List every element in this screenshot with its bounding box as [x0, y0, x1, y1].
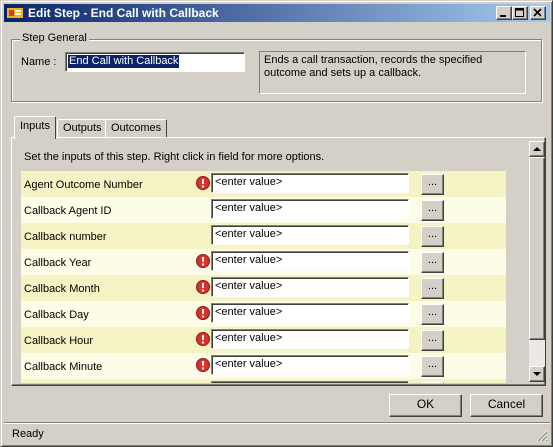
- scroll-thumb[interactable]: [529, 157, 545, 340]
- close-icon: [533, 8, 542, 17]
- input-value-field[interactable]: <enter value>: [211, 329, 409, 349]
- minimize-icon: [500, 15, 506, 17]
- maximize-button[interactable]: [512, 6, 528, 20]
- input-row: Agent Outcome Number <enter value> ...: [21, 171, 506, 197]
- required-warning-icon: [196, 332, 210, 346]
- input-label: Callback Day: [24, 309, 89, 321]
- maximize-icon: [515, 8, 524, 17]
- app-icon: [7, 8, 23, 18]
- input-value-field[interactable]: <enter value>: [211, 303, 409, 323]
- browse-button[interactable]: [421, 382, 444, 383]
- input-value-field[interactable]: <enter value>: [211, 199, 409, 219]
- input-label: Agent Outcome Number: [24, 179, 143, 191]
- required-warning-icon: [196, 280, 210, 294]
- browse-button[interactable]: ...: [421, 252, 444, 273]
- browse-button[interactable]: ...: [421, 304, 444, 325]
- input-row-partial: [21, 379, 506, 383]
- input-label: Callback Minute: [24, 361, 103, 373]
- input-value-field[interactable]: <enter value>: [211, 355, 409, 375]
- scroll-down-button[interactable]: [529, 366, 545, 382]
- step-description: Ends a call transaction, records the spe…: [259, 51, 526, 94]
- ok-button[interactable]: OK: [389, 394, 462, 417]
- status-text: Ready: [12, 428, 44, 440]
- tab-inputs[interactable]: Inputs: [14, 116, 56, 139]
- input-label: Callback Year: [24, 257, 92, 269]
- browse-button[interactable]: ...: [421, 200, 444, 221]
- inputs-grid: Agent Outcome Number <enter value> ... C…: [21, 171, 506, 383]
- browse-button[interactable]: ...: [421, 174, 444, 195]
- input-value-field[interactable]: <enter value>: [211, 277, 409, 297]
- input-row: Callback Month <enter value> ...: [21, 275, 506, 301]
- input-value-field[interactable]: <enter value>: [211, 225, 409, 245]
- arrow-down-icon: [533, 372, 541, 376]
- input-value-field[interactable]: <enter value>: [211, 251, 409, 271]
- edit-step-dialog: Edit Step - End Call with Callback Step …: [0, 0, 553, 447]
- status-bar: Ready: [4, 422, 550, 444]
- browse-button[interactable]: ...: [421, 356, 444, 377]
- resize-grip-icon[interactable]: [536, 430, 548, 442]
- input-label: Callback Month: [24, 283, 100, 295]
- inputs-scrollbar[interactable]: [529, 141, 545, 382]
- browse-button[interactable]: ...: [421, 278, 444, 299]
- minimize-button[interactable]: [496, 6, 512, 20]
- input-label: Callback number: [24, 231, 107, 243]
- arrow-up-icon: [533, 147, 541, 151]
- input-row: Callback number <enter value> ...: [21, 223, 506, 249]
- window-title: Edit Step - End Call with Callback: [28, 6, 219, 20]
- title-bar[interactable]: Edit Step - End Call with Callback: [4, 4, 550, 22]
- input-row: Callback Minute <enter value> ...: [21, 353, 506, 379]
- input-row: Callback Agent ID <enter value> ...: [21, 197, 506, 223]
- input-row: Callback Day <enter value> ...: [21, 301, 506, 327]
- scroll-up-button[interactable]: [529, 141, 545, 157]
- input-label: Callback Agent ID: [24, 205, 112, 217]
- input-row: Callback Hour <enter value> ...: [21, 327, 506, 353]
- required-warning-icon: [196, 176, 210, 190]
- name-label: Name :: [21, 56, 57, 68]
- cancel-button[interactable]: Cancel: [470, 394, 543, 417]
- name-input[interactable]: End Call with Callback: [65, 52, 245, 72]
- step-general-legend: Step General: [20, 32, 89, 44]
- browse-button[interactable]: ...: [421, 330, 444, 351]
- name-value: End Call with Callback: [68, 55, 180, 68]
- close-button[interactable]: [530, 6, 546, 20]
- required-warning-icon: [196, 306, 210, 320]
- input-value-field[interactable]: <enter value>: [211, 173, 409, 193]
- inputs-hint: Set the inputs of this step. Right click…: [24, 151, 325, 163]
- tab-outputs[interactable]: Outputs: [57, 119, 108, 138]
- input-label: Callback Hour: [24, 335, 94, 347]
- required-warning-icon: [196, 358, 210, 372]
- browse-button[interactable]: ...: [421, 226, 444, 247]
- input-value-field[interactable]: [211, 381, 409, 383]
- required-warning-icon: [196, 254, 210, 268]
- input-row: Callback Year <enter value> ...: [21, 249, 506, 275]
- tab-outcomes[interactable]: Outcomes: [105, 119, 168, 138]
